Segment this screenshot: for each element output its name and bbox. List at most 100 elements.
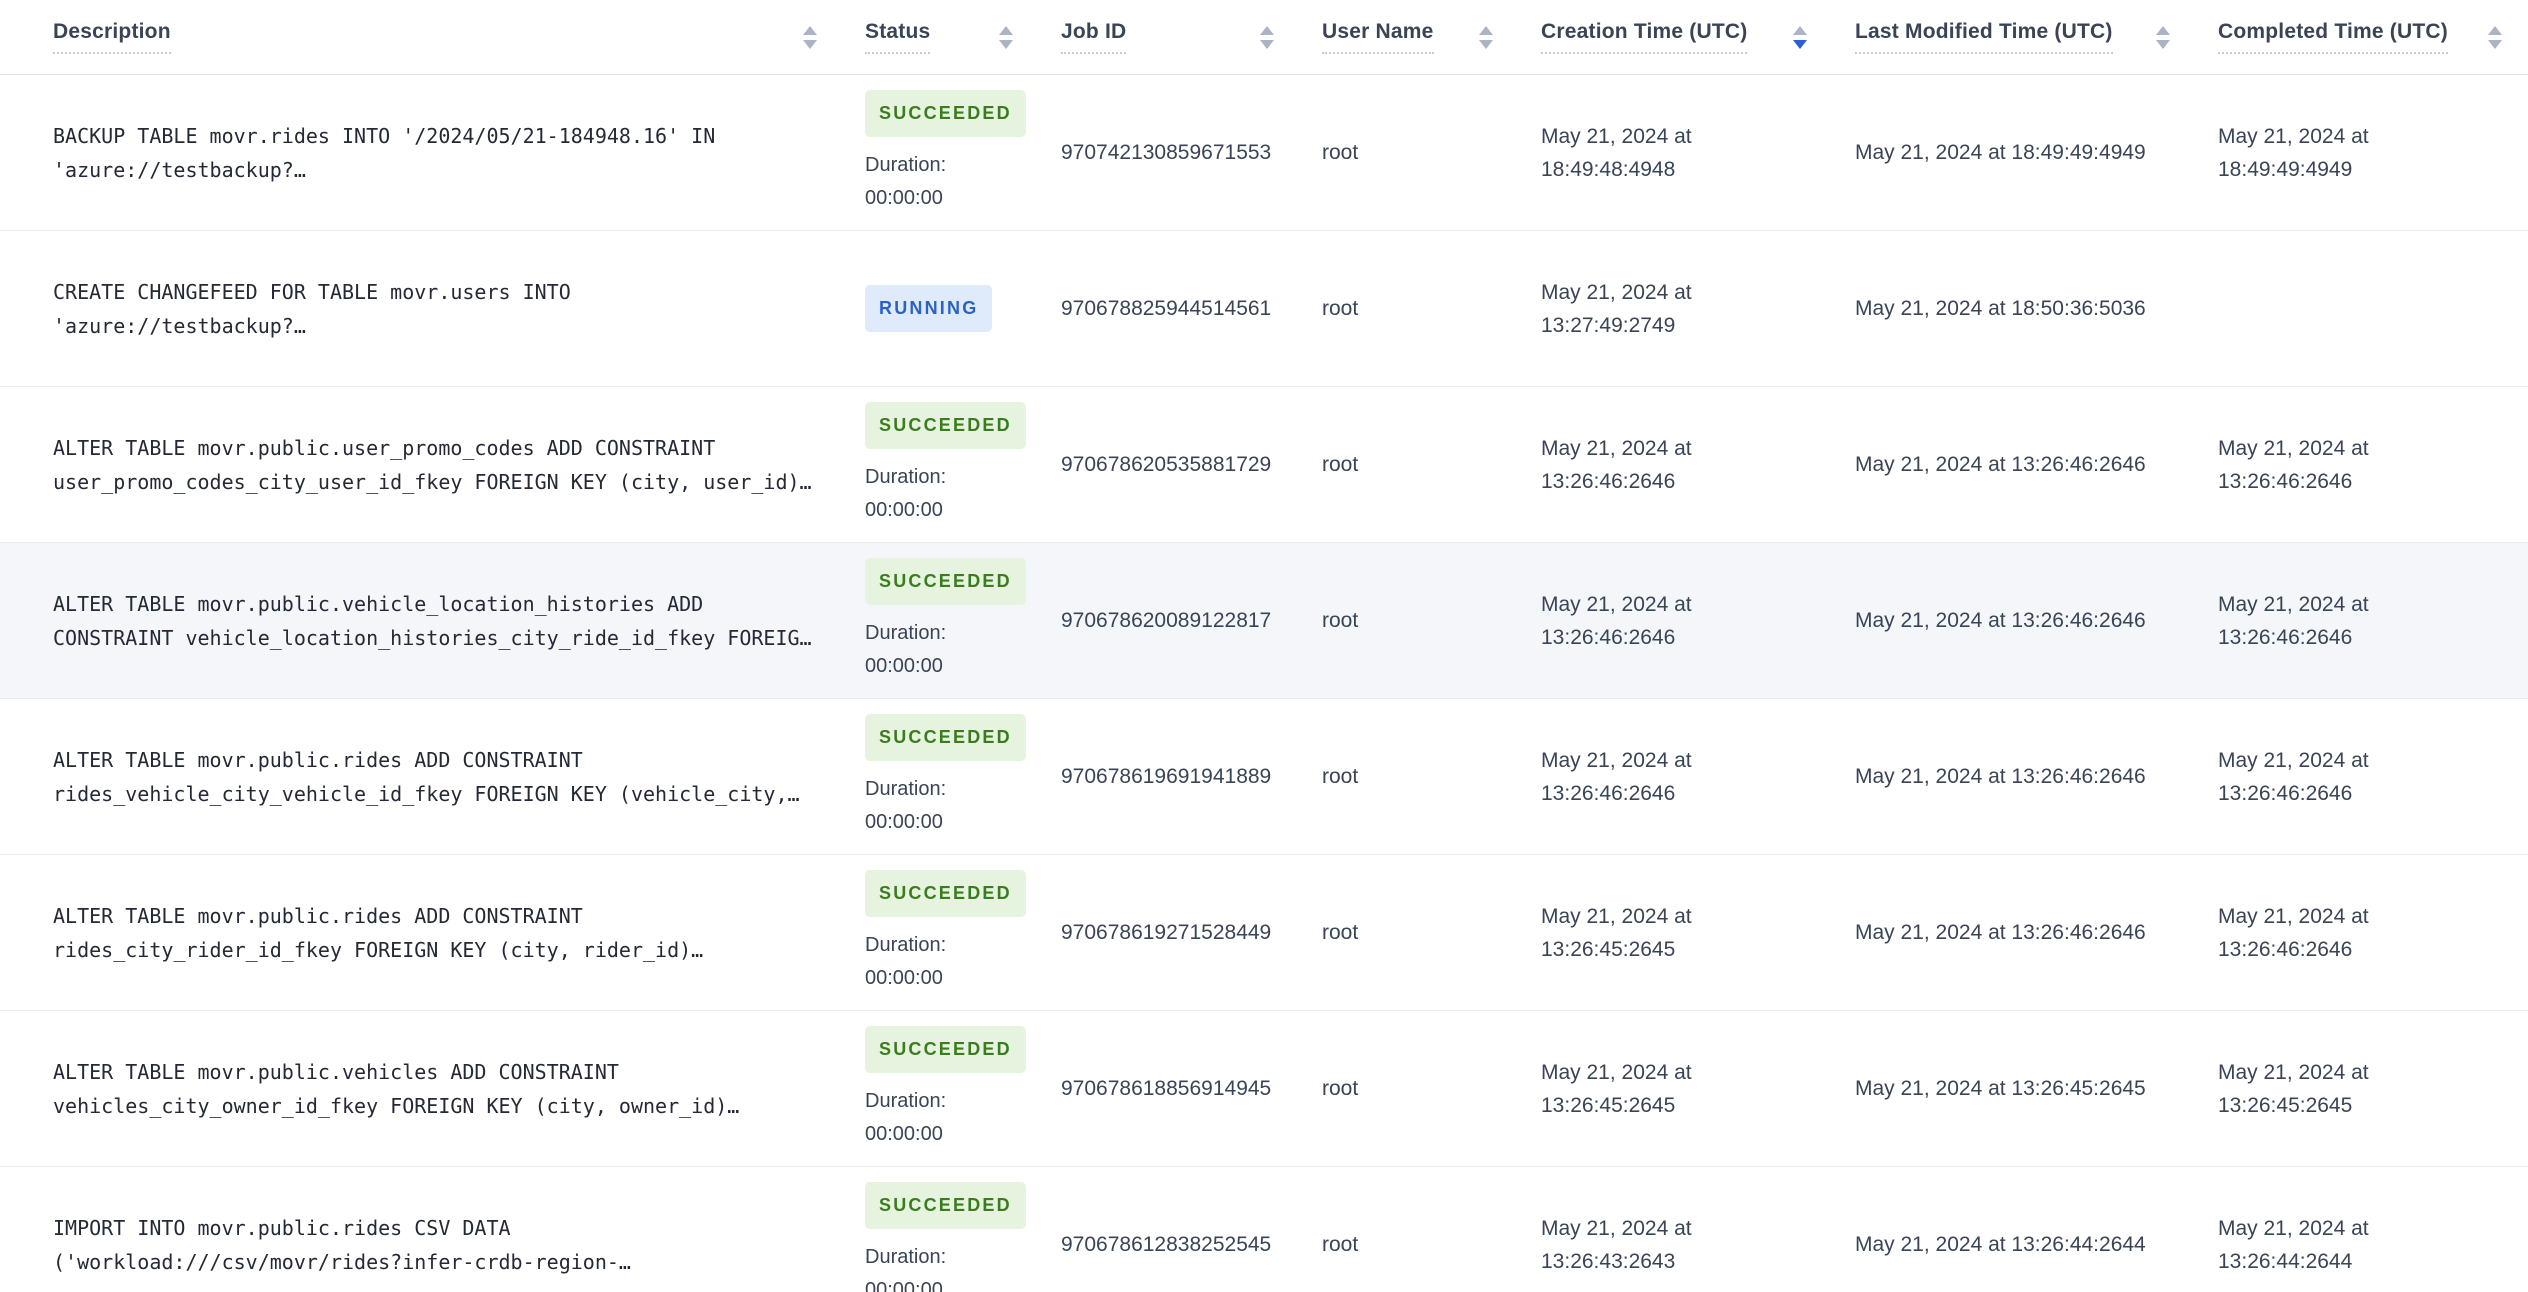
last-modified-time-value: May 21, 2024 at 13:26:46:2646 (1855, 765, 2146, 788)
creation-time-cell: May 21, 2024 at 13:26:46:2646 (1541, 543, 1855, 698)
job-description-link[interactable]: ALTER TABLE movr.public.user_promo_codes… (53, 431, 821, 499)
job-id-cell: 970678620535881729 (1061, 453, 1272, 476)
duration-value: 00:00:00 (865, 1279, 943, 1292)
last-modified-time-value: May 21, 2024 at 13:26:44:2644 (1855, 1233, 2146, 1256)
sort-arrows-icon[interactable] (1793, 25, 1807, 49)
sort-arrows-icon[interactable] (1260, 25, 1274, 49)
sort-arrows-icon[interactable] (999, 25, 1013, 49)
duration-value: 00:00:00 (865, 655, 943, 677)
job-description-link[interactable]: ALTER TABLE movr.public.vehicle_location… (53, 587, 821, 655)
sort-desc-icon[interactable] (2156, 39, 2170, 49)
completed-time-value: May 21, 2024 at 18:49:49:4949 (2218, 124, 2369, 181)
completed-time-value: May 21, 2024 at 13:26:44:2644 (2218, 1216, 2369, 1273)
sort-asc-icon[interactable] (803, 25, 817, 35)
sort-asc-icon[interactable] (1479, 25, 1493, 35)
job-description-link[interactable]: IMPORT INTO movr.public.rides CSV DATA (… (53, 1211, 821, 1279)
sort-desc-icon[interactable] (999, 39, 1013, 49)
column-header-label[interactable]: Creation Time (UTC) (1541, 20, 1748, 54)
sort-arrows-icon[interactable] (2156, 25, 2170, 49)
duration-label: Duration: (865, 622, 947, 644)
job-status-cell: SUCCEEDED Duration: 00:00:00 (865, 699, 1061, 854)
creation-time-value: May 21, 2024 at 13:26:45:2645 (1541, 904, 1692, 961)
column-header-completed-time[interactable]: Completed Time (UTC) (2218, 20, 2528, 54)
completed-time-cell: May 21, 2024 at 13:26:46:2646 (2218, 699, 2528, 854)
sort-asc-icon[interactable] (2156, 25, 2170, 35)
status-badge: SUCCEEDED (865, 1026, 1026, 1073)
duration-value: 00:00:00 (865, 1123, 943, 1145)
status-badge: SUCCEEDED (865, 402, 1026, 449)
last-modified-time-cell: May 21, 2024 at 18:49:49:4949 (1855, 75, 2218, 230)
column-header-status[interactable]: Status (865, 20, 1061, 54)
user-name-cell: root (1322, 921, 1359, 944)
job-description-cell[interactable]: CREATE CHANGEFEED FOR TABLE movr.users I… (0, 231, 865, 386)
job-status-cell: SUCCEEDED Duration: 00:00:00 (865, 1011, 1061, 1166)
completed-time-cell: May 21, 2024 at 13:26:45:2645 (2218, 1011, 2528, 1166)
last-modified-time-cell: May 21, 2024 at 13:26:46:2646 (1855, 387, 2218, 542)
job-id-cell: 970678620089122817 (1061, 609, 1272, 632)
table-row: CREATE CHANGEFEED FOR TABLE movr.users I… (0, 231, 2528, 387)
column-header-label[interactable]: Job ID (1061, 20, 1127, 54)
last-modified-time-value: May 21, 2024 at 18:49:49:4949 (1855, 141, 2146, 164)
column-header-last-modified-time[interactable]: Last Modified Time (UTC) (1855, 20, 2218, 54)
job-description-cell[interactable]: IMPORT INTO movr.public.rides CSV DATA (… (0, 1167, 865, 1292)
job-duration: Duration: 00:00:00 (865, 461, 946, 527)
job-id-cell: 970678619691941889 (1061, 765, 1272, 788)
sort-arrows-icon[interactable] (2488, 25, 2502, 49)
job-description-link[interactable]: ALTER TABLE movr.public.vehicles ADD CON… (53, 1055, 821, 1123)
status-badge: SUCCEEDED (865, 714, 1026, 761)
job-description-cell[interactable]: ALTER TABLE movr.public.rides ADD CONSTR… (0, 699, 865, 854)
job-id-cell: 970678619271528449 (1061, 921, 1272, 944)
duration-label: Duration: (865, 1090, 947, 1112)
column-header-job-id[interactable]: Job ID (1061, 20, 1322, 54)
sort-asc-icon[interactable] (1260, 25, 1274, 35)
status-badge: SUCCEEDED (865, 90, 1026, 137)
completed-time-value: May 21, 2024 at 13:26:46:2646 (2218, 592, 2369, 649)
column-header-label[interactable]: User Name (1322, 20, 1434, 54)
job-description-cell[interactable]: ALTER TABLE movr.public.vehicle_location… (0, 543, 865, 698)
job-status-cell: SUCCEEDED Duration: 00:00:00 (865, 387, 1061, 542)
table-row: ALTER TABLE movr.public.vehicles ADD CON… (0, 1011, 2528, 1167)
last-modified-time-cell: May 21, 2024 at 13:26:46:2646 (1855, 699, 2218, 854)
table-row: ALTER TABLE movr.public.user_promo_codes… (0, 387, 2528, 543)
last-modified-time-value: May 21, 2024 at 13:26:46:2646 (1855, 921, 2146, 944)
sort-desc-icon[interactable] (1793, 39, 1807, 49)
duration-value: 00:00:00 (865, 499, 943, 521)
column-header-label[interactable]: Last Modified Time (UTC) (1855, 20, 2113, 54)
job-description-link[interactable]: ALTER TABLE movr.public.rides ADD CONSTR… (53, 899, 821, 967)
column-header-label[interactable]: Completed Time (UTC) (2218, 20, 2448, 54)
column-header-creation-time[interactable]: Creation Time (UTC) (1541, 20, 1855, 54)
last-modified-time-cell: May 21, 2024 at 13:26:46:2646 (1855, 855, 2218, 1010)
sort-desc-icon[interactable] (1260, 39, 1274, 49)
sort-asc-icon[interactable] (999, 25, 1013, 35)
job-description-cell[interactable]: BACKUP TABLE movr.rides INTO '/2024/05/2… (0, 75, 865, 230)
column-header-description[interactable]: Description (0, 20, 865, 54)
sort-arrows-icon[interactable] (803, 25, 817, 49)
sort-asc-icon[interactable] (2488, 25, 2502, 35)
sort-desc-icon[interactable] (2488, 39, 2502, 49)
table-body: BACKUP TABLE movr.rides INTO '/2024/05/2… (0, 75, 2528, 1292)
duration-value: 00:00:00 (865, 811, 943, 833)
last-modified-time-value: May 21, 2024 at 13:26:45:2645 (1855, 1077, 2146, 1100)
last-modified-time-cell: May 21, 2024 at 18:50:36:5036 (1855, 231, 2218, 386)
job-description-link[interactable]: BACKUP TABLE movr.rides INTO '/2024/05/2… (53, 119, 821, 187)
sort-arrows-icon[interactable] (1479, 25, 1493, 49)
completed-time-cell: May 21, 2024 at 18:49:49:4949 (2218, 75, 2528, 230)
sort-asc-icon[interactable] (1793, 25, 1807, 35)
sort-desc-icon[interactable] (1479, 39, 1493, 49)
duration-label: Duration: (865, 934, 947, 956)
job-description-link[interactable]: ALTER TABLE movr.public.rides ADD CONSTR… (53, 743, 821, 811)
job-description-cell[interactable]: ALTER TABLE movr.public.user_promo_codes… (0, 387, 865, 542)
job-description-link[interactable]: CREATE CHANGEFEED FOR TABLE movr.users I… (53, 275, 821, 343)
job-description-cell[interactable]: ALTER TABLE movr.public.rides ADD CONSTR… (0, 855, 865, 1010)
sort-desc-icon[interactable] (803, 39, 817, 49)
column-header-label[interactable]: Description (53, 20, 171, 54)
job-duration: Duration: 00:00:00 (865, 1241, 946, 1292)
job-description-cell[interactable]: ALTER TABLE movr.public.vehicles ADD CON… (0, 1011, 865, 1166)
duration-label: Duration: (865, 1246, 947, 1268)
completed-time-value: May 21, 2024 at 13:26:46:2646 (2218, 436, 2369, 493)
column-header-user-name[interactable]: User Name (1322, 20, 1541, 54)
column-header-label[interactable]: Status (865, 20, 931, 54)
completed-time-value: May 21, 2024 at 13:26:45:2645 (2218, 1060, 2369, 1117)
status-badge: SUCCEEDED (865, 870, 1026, 917)
user-name-cell: root (1322, 1077, 1359, 1100)
